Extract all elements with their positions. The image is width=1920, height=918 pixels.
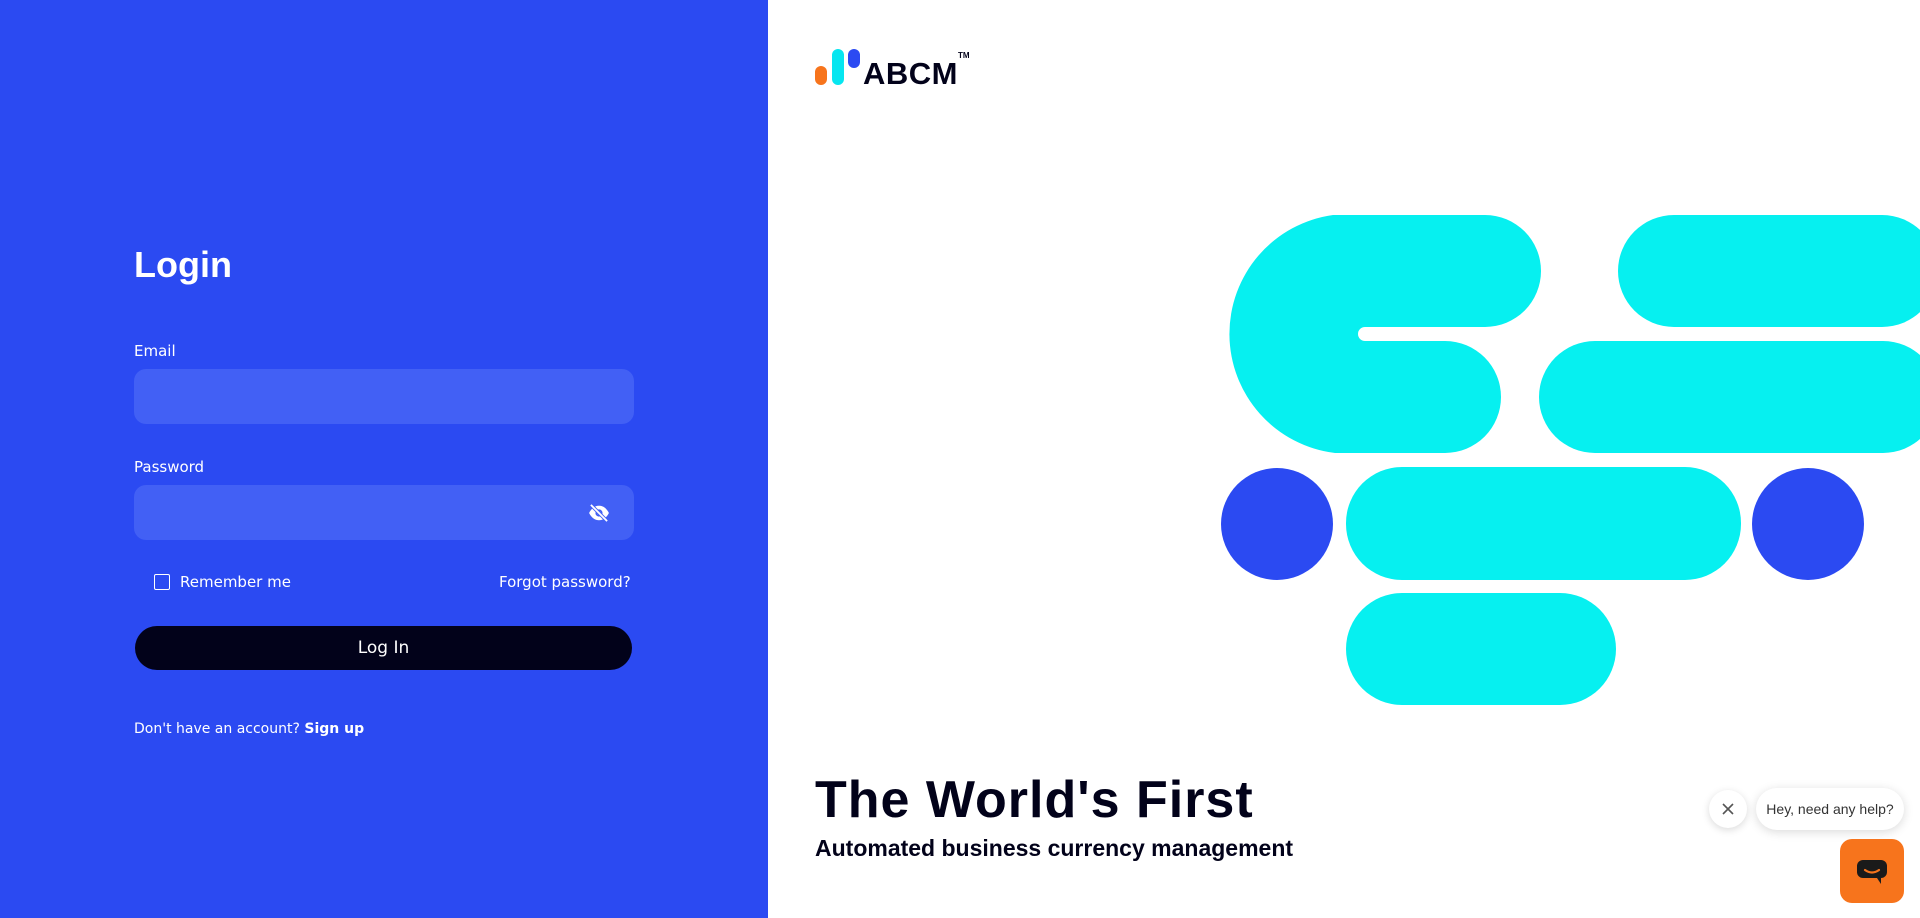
chat-launcher-button[interactable] xyxy=(1840,839,1904,903)
password-label: Password xyxy=(134,458,205,476)
hero-illustration xyxy=(1221,215,1920,705)
signup-row: Don't have an account? Sign up xyxy=(134,721,364,737)
login-title: Login xyxy=(134,244,232,285)
brand-logo: ABCM TM xyxy=(815,47,970,91)
email-label: Email xyxy=(134,342,176,360)
close-icon xyxy=(1722,803,1734,815)
signup-prompt: Don't have an account? xyxy=(134,721,300,737)
chat-greeting-bubble[interactable]: Hey, need any help? xyxy=(1756,788,1904,830)
remember-me-label[interactable]: Remember me xyxy=(180,573,291,591)
brand-trademark: TM xyxy=(958,51,970,60)
chat-icon xyxy=(1857,860,1887,884)
logo-mark xyxy=(815,47,861,87)
eye-off-icon[interactable] xyxy=(587,502,611,524)
remember-me-row: Remember me xyxy=(154,573,291,591)
login-panel: Login Email Password Remember me Forgot … xyxy=(0,0,768,918)
signup-link[interactable]: Sign up xyxy=(304,721,364,737)
login-button[interactable]: Log In xyxy=(135,626,632,670)
remember-me-checkbox[interactable] xyxy=(154,574,170,590)
hero-subheadline: Automated business currency management xyxy=(815,835,1294,861)
email-field[interactable] xyxy=(134,369,634,424)
hero-headline: The World's First xyxy=(815,771,1254,829)
password-field[interactable] xyxy=(134,485,634,540)
chat-close-button[interactable] xyxy=(1709,790,1747,828)
forgot-password-link[interactable]: Forgot password? xyxy=(499,573,631,591)
brand-name: ABCM xyxy=(863,56,958,91)
